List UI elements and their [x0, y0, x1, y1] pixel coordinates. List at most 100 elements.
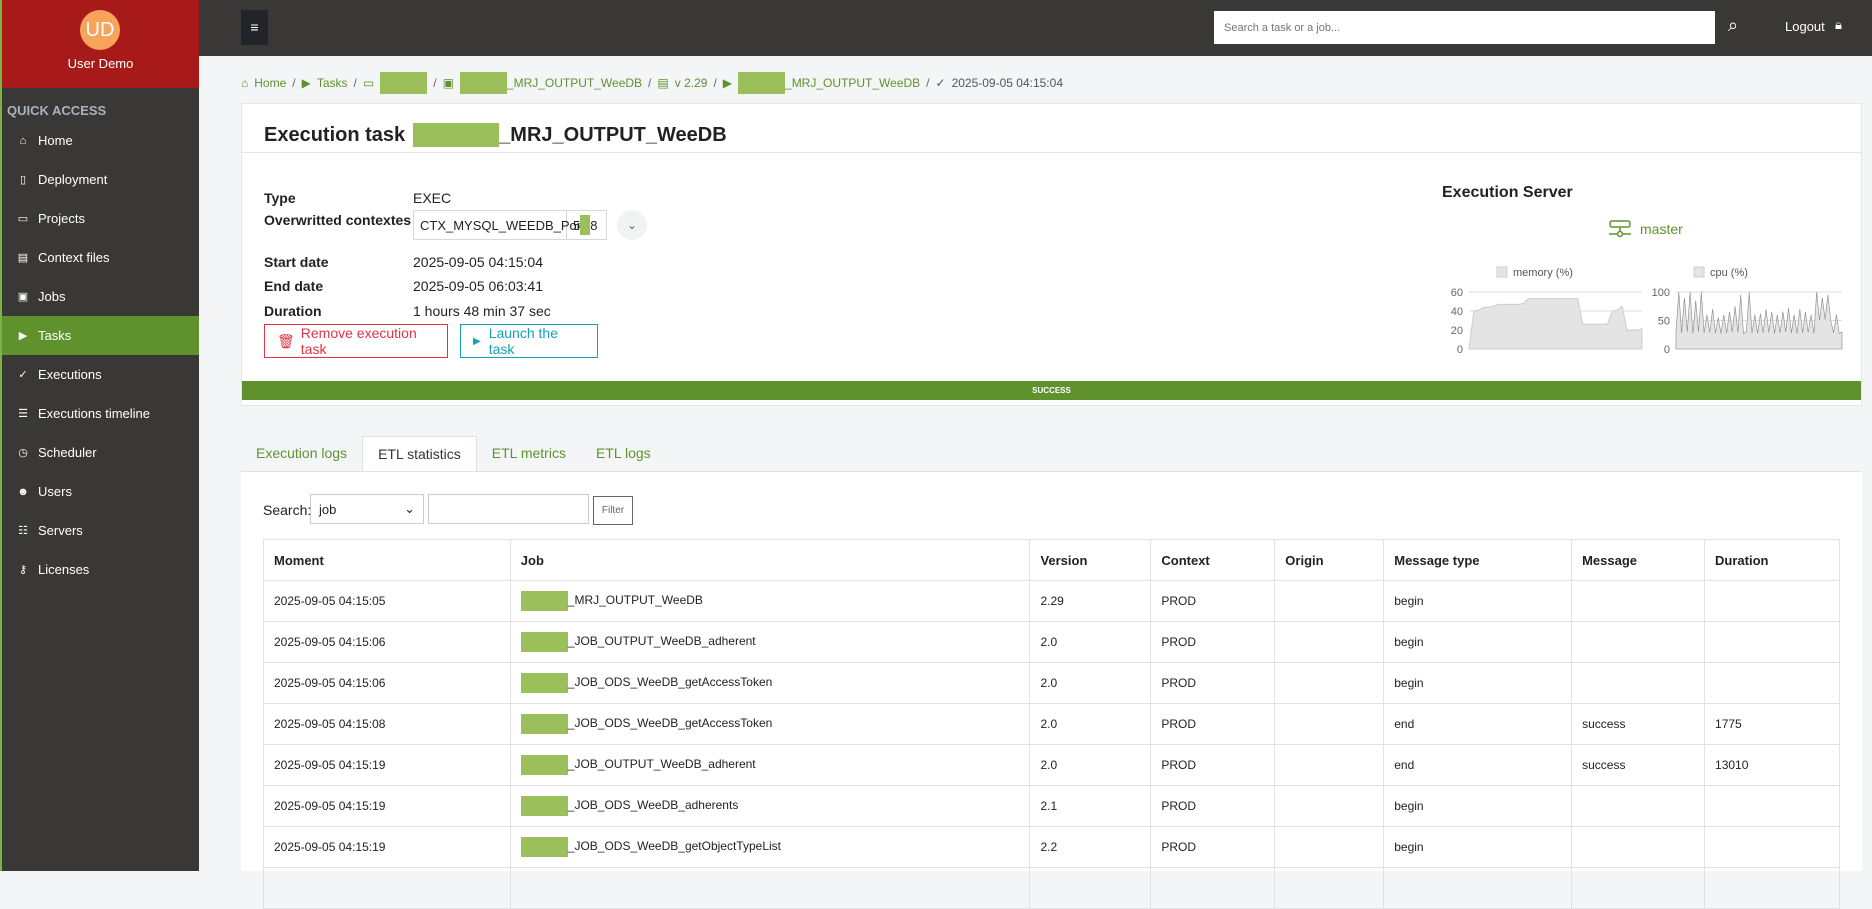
column-header[interactable]: Context — [1151, 540, 1275, 581]
chevron-down-icon[interactable]: ⌄ — [617, 210, 647, 240]
sidebar-item-deployment[interactable]: ▯Deployment — [2, 160, 199, 199]
table-cell: _JOB_OUTPUT_WeeDB_adherent — [510, 745, 1030, 786]
column-header[interactable]: Job — [510, 540, 1030, 581]
column-header[interactable]: Message type — [1384, 540, 1572, 581]
redacted-block[interactable] — [380, 72, 427, 94]
table-cell: end — [1384, 704, 1572, 745]
table-cell — [1275, 663, 1384, 704]
tab-etl-metrics[interactable]: ETL metrics — [477, 436, 581, 471]
sidebar-item-label: Deployment — [38, 172, 107, 187]
filter-button[interactable]: Filter — [593, 496, 633, 525]
etl-statistics-panel: Search: job⌄ Filter MomentJobVersionCont… — [241, 471, 1862, 871]
table-cell: end — [1384, 745, 1572, 786]
table-cell: 2.2 — [1030, 827, 1151, 868]
home-icon: ⌂ — [241, 76, 248, 90]
column-header[interactable]: Origin — [1275, 540, 1384, 581]
sidebar-item-servers[interactable]: ☷Servers — [2, 511, 199, 550]
table-cell: 1775 — [1705, 704, 1840, 745]
task-file-icon: ▶ — [723, 76, 732, 90]
table-cell: PROD — [1151, 663, 1275, 704]
job-name: _JOB_ODS_WeeDB_getAccessToken — [568, 716, 773, 730]
sidebar-item-label: Context files — [38, 250, 110, 265]
legend-swatch[interactable] — [1497, 267, 1507, 277]
breadcrumb-home[interactable]: Home — [254, 76, 286, 90]
y-tick-label: 20 — [1451, 325, 1463, 337]
table-cell: 2025-09-05 04:15:19 — [264, 827, 511, 868]
logout-link[interactable]: Logout — [1785, 19, 1825, 34]
legend-label: cpu (%) — [1710, 267, 1748, 279]
sidebar: UD User Demo QUICK ACCESS ⌂Home▯Deployme… — [0, 0, 199, 871]
table-cell — [1572, 786, 1705, 827]
execution-server-title: Execution Server — [1442, 184, 1573, 202]
search-icon[interactable]: ⌕ — [1728, 15, 1738, 36]
column-header[interactable]: Duration — [1705, 540, 1840, 581]
launch-task-button[interactable]: ▶Launch the task — [460, 324, 598, 358]
breadcrumb-job[interactable]: _MRJ_OUTPUT_WeeDB — [507, 76, 642, 90]
breadcrumb-tasks[interactable]: Tasks — [317, 76, 348, 90]
y-tick-label: 40 — [1451, 306, 1463, 318]
table-cell — [1030, 868, 1151, 909]
legend-swatch[interactable] — [1694, 267, 1704, 277]
sidebar-item-home[interactable]: ⌂Home — [2, 121, 199, 160]
filter-input[interactable] — [428, 494, 589, 524]
title-prefix: Execution task — [264, 124, 405, 147]
key-icon: ⚷ — [16, 563, 30, 576]
end-date-value: 2025-09-05 06:03:41 — [413, 278, 543, 294]
sidebar-item-label: Tasks — [38, 328, 71, 343]
table-cell: PROD — [1151, 704, 1275, 745]
task-file-icon: ▶ — [302, 76, 311, 90]
table-cell: 2025-09-05 04:15:19 — [264, 786, 511, 827]
sidebar-item-projects[interactable]: ▭Projects — [2, 199, 199, 238]
avatar[interactable]: UD — [80, 10, 120, 50]
sidebar-item-users[interactable]: ☻Users — [2, 472, 199, 511]
table-cell — [1275, 745, 1384, 786]
table-row: 2025-09-05 04:15:06_JOB_OUTPUT_WeeDB_adh… — [264, 622, 1840, 663]
table-cell: 13010 — [1705, 745, 1840, 786]
tab-etl-logs[interactable]: ETL logs — [581, 436, 666, 471]
context-value-end: 8 — [590, 218, 597, 233]
redacted-block — [521, 591, 568, 611]
sidebar-item-executions-timeline[interactable]: ☰Executions timeline — [2, 394, 199, 433]
search-input[interactable] — [1214, 11, 1715, 44]
column-header[interactable]: Message — [1572, 540, 1705, 581]
title-suffix: _MRJ_OUTPUT_WeeDB — [499, 124, 726, 147]
archive-icon: ▭ — [16, 212, 30, 225]
menu-toggle-button[interactable]: ≡ — [241, 10, 268, 45]
start-date-label: Start date — [264, 254, 329, 270]
table-row: 2025-09-05 04:15:06_JOB_ODS_WeeDB_getAcc… — [264, 663, 1840, 704]
sidebar-item-scheduler[interactable]: ◷Scheduler — [2, 433, 199, 472]
redacted-block — [580, 215, 590, 235]
home-icon: ⌂ — [16, 135, 30, 147]
column-header[interactable]: Version — [1030, 540, 1151, 581]
table-cell: PROD — [1151, 745, 1275, 786]
list-icon: ☰ — [16, 407, 30, 420]
tab-execution-logs[interactable]: Execution logs — [241, 436, 362, 471]
sidebar-item-label: Executions — [38, 367, 102, 382]
job-name: _JOB_ODS_WeeDB_adherents — [568, 798, 739, 812]
remove-execution-button[interactable]: 🗑︎Remove execution task — [264, 324, 448, 358]
column-header[interactable]: Moment — [264, 540, 511, 581]
redacted-block — [521, 837, 568, 857]
tab-etl-statistics[interactable]: ETL statistics — [362, 436, 477, 471]
lock-icon: 🔒︎ — [1835, 17, 1842, 33]
server-link[interactable]: master — [1608, 220, 1683, 238]
context-value-start: 5 — [573, 218, 580, 233]
search-field-select[interactable]: job⌄ — [310, 494, 424, 524]
sidebar-item-jobs[interactable]: ▣Jobs — [2, 277, 199, 316]
sidebar-item-tasks[interactable]: ▶Tasks — [2, 316, 199, 355]
sidebar-item-licenses[interactable]: ⚷Licenses — [2, 550, 199, 589]
table-cell — [1705, 622, 1840, 663]
table-row: 2025-09-05 04:15:19 _JOB_ODS_WeeDB_adhere… — [264, 786, 1840, 827]
status-bar: SUCCESS — [242, 381, 1861, 400]
server-icon: ☷ — [16, 524, 30, 537]
y-tick-label: 60 — [1451, 287, 1463, 299]
job-file-icon: ▣ — [443, 76, 454, 90]
table-cell: 2.0 — [1030, 622, 1151, 663]
sidebar-item-executions[interactable]: ✓Executions — [2, 355, 199, 394]
breadcrumb-version[interactable]: v 2.29 — [675, 76, 708, 90]
breadcrumb-task[interactable]: _MRJ_OUTPUT_WeeDB — [785, 76, 920, 90]
table-cell: _JOB_ODS_WeeDB_getAccessToken — [510, 704, 1030, 745]
sidebar-item-context-files[interactable]: ▤Context files — [2, 238, 199, 277]
table-cell: 2025-09-05 04:15:05 — [264, 581, 511, 622]
select-value: job — [319, 502, 336, 517]
